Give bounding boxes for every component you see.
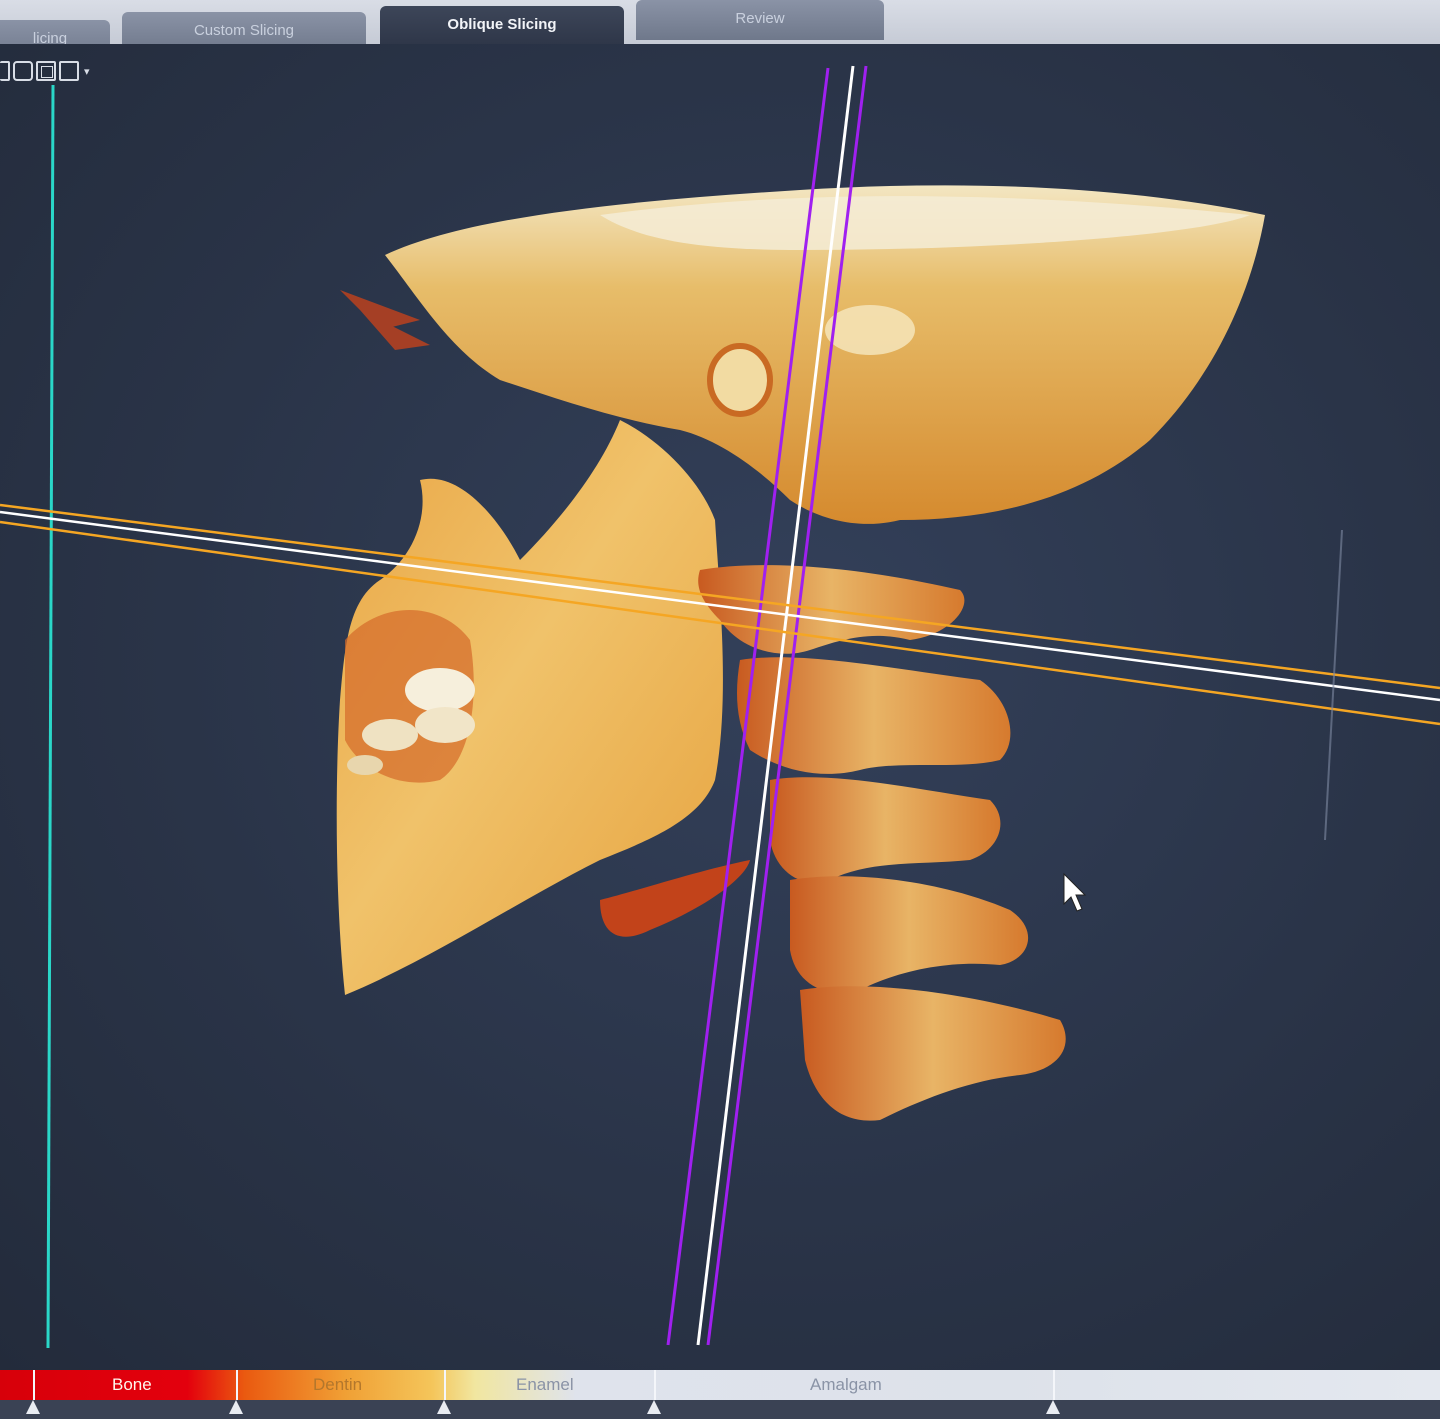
tissue-bar-tick [654,1370,656,1400]
tissue-color-bar[interactable] [0,1370,1440,1400]
vertical-cyan-guide [46,84,55,1349]
tissue-bar-tick [236,1370,238,1400]
threshold-handle[interactable] [647,1400,661,1414]
tissue-label-bone: Bone [112,1375,152,1394]
threshold-track [0,1400,1440,1419]
threshold-handle[interactable] [229,1400,243,1414]
threshold-handle[interactable] [1046,1400,1060,1414]
threshold-handle[interactable] [26,1400,40,1414]
tissue-label-amalgam: Amalgam [810,1375,882,1394]
tissue-bar-tick [444,1370,446,1400]
volume-rendering[interactable] [0,0,1440,1419]
tissue-bar-tick [1053,1370,1055,1400]
tissue-label-enamel: Enamel [516,1375,574,1394]
tissue-label-dentin: Dentin [313,1375,363,1394]
threshold-handle[interactable] [437,1400,451,1414]
mouse-cursor-icon [1063,872,1087,912]
tissue-bar-tick [33,1370,35,1400]
